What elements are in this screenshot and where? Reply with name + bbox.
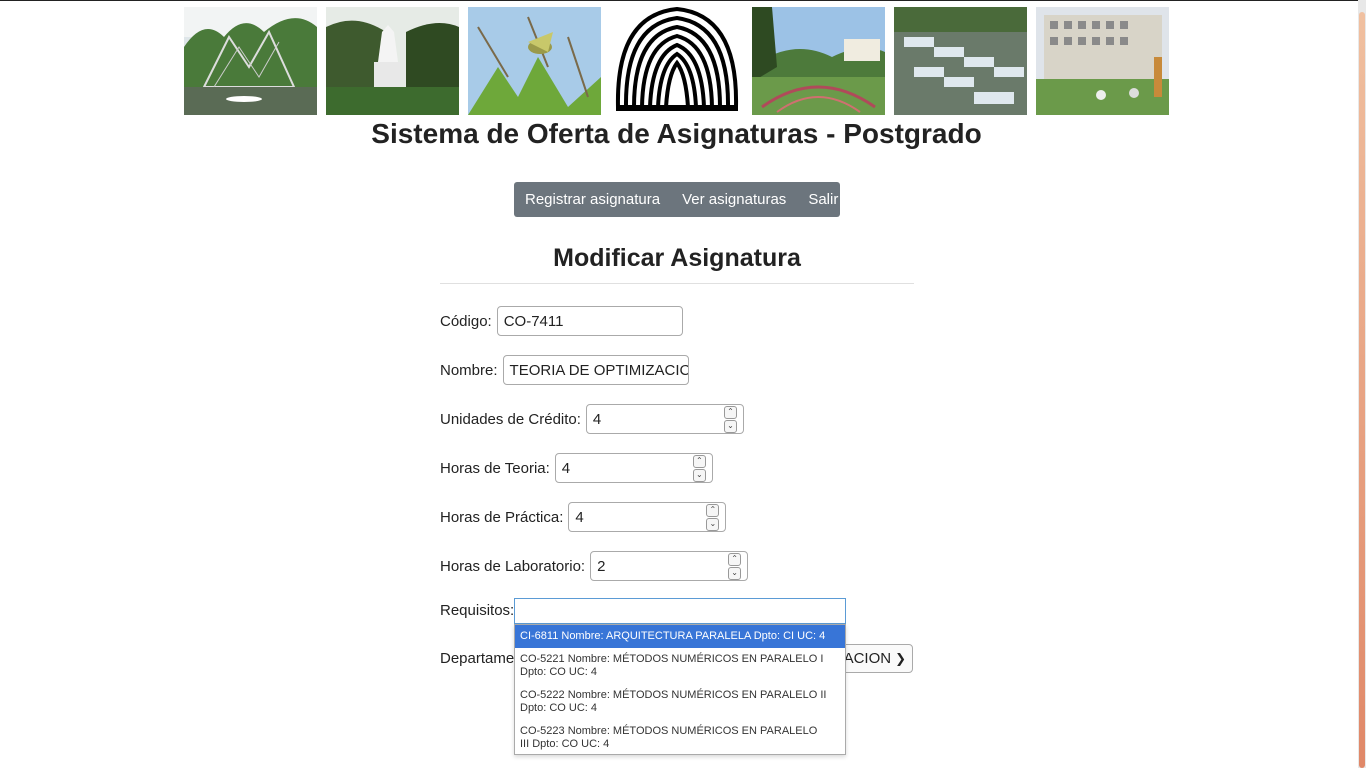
creditos-row: Unidades de Crédito: 4 ⌃ ⌄ — [440, 404, 744, 434]
practica-spinner[interactable]: ⌃ ⌄ — [706, 503, 720, 531]
requisito-option-text: Dpto: CO UC: 4 — [520, 666, 598, 678]
laboratorio-spinner[interactable]: ⌃ ⌄ — [728, 552, 742, 580]
practica-input[interactable]: 4 ⌃ ⌄ — [568, 502, 727, 532]
practica-value: 4 — [575, 508, 584, 526]
gardens-photo — [752, 7, 885, 115]
creditos-label: Unidades de Crédito: — [440, 410, 581, 428]
nombre-row: Nombre: TEORIA DE OPTIMIZACIC — [440, 355, 689, 385]
main-navbar: Registrar asignatura Ver asignaturas Sal… — [514, 182, 840, 217]
requisitos-row: Requisitos: — [440, 602, 519, 619]
header-banner — [184, 6, 1169, 115]
creditos-input[interactable]: 4 ⌃ ⌄ — [585, 404, 744, 434]
spin-up-icon[interactable]: ⌃ — [692, 454, 706, 468]
requisito-option[interactable]: CO-5223 Nombre: MÉTODOS NUMÉRICOS EN PAR… — [515, 720, 845, 754]
teoria-label: Horas de Teoria: — [440, 459, 550, 477]
nombre-input[interactable]: TEORIA DE OPTIMIZACIC — [502, 355, 689, 385]
scrollbar-thumb[interactable] — [1359, 12, 1365, 768]
university-logo — [612, 6, 742, 115]
window-top-border — [0, 0, 1366, 1]
laboratorio-value: 2 — [597, 557, 606, 575]
requisito-option[interactable]: CO-5222 Nombre: MÉTODOS NUMÉRICOS EN PAR… — [515, 684, 845, 720]
requisitos-dropdown: CI-6811 Nombre: ARQUITECTURA PARALELA Dp… — [514, 624, 846, 755]
nav-registrar-asignatura[interactable]: Registrar asignatura — [514, 191, 671, 208]
heading-divider — [440, 283, 914, 284]
spin-up-icon[interactable]: ⌃ — [728, 552, 742, 566]
teoria-spinner[interactable]: ⌃ ⌄ — [692, 454, 706, 482]
page-scrollbar[interactable] — [1358, 0, 1366, 768]
requisito-option[interactable]: CO-5221 Nombre: MÉTODOS NUMÉRICOS EN PAR… — [515, 648, 845, 684]
codigo-input[interactable]: CO-7411 — [496, 306, 683, 336]
library-building-photo — [1036, 7, 1169, 115]
laboratorio-input[interactable]: 2 ⌃ ⌄ — [590, 551, 749, 581]
departamento-value: ACION — [843, 650, 892, 667]
fountain-photo — [894, 7, 1027, 115]
departamento-label: Departamen — [440, 650, 523, 667]
practica-label: Horas de Práctica: — [440, 508, 564, 526]
statue-photo — [326, 7, 459, 115]
spin-up-icon[interactable]: ⌃ — [706, 503, 720, 517]
site-title: Sistema de Oferta de Asignaturas - Postg… — [371, 118, 982, 149]
requisitos-search-input[interactable] — [514, 598, 846, 624]
requisito-option[interactable]: CI-6811 Nombre: ARQUITECTURA PARALELA Dp… — [515, 625, 845, 648]
spin-down-icon[interactable]: ⌄ — [706, 517, 720, 531]
practica-row: Horas de Práctica: 4 ⌃ ⌄ — [440, 502, 727, 532]
requisito-option-text: III Dpto: CO UC: 4 — [520, 738, 610, 750]
sculpture-garden-photo — [184, 7, 317, 115]
teoria-value: 4 — [561, 459, 571, 477]
chevron-down-icon: ❯ — [895, 650, 906, 666]
nav-ver-asignaturas[interactable]: Ver asignaturas — [671, 191, 797, 208]
codigo-row: Código: CO-7411 — [440, 306, 683, 336]
requisito-option-text: Dpto: CO UC: 4 — [520, 702, 598, 714]
nav-salir[interactable]: Salir — [797, 191, 849, 208]
laboratorio-label: Horas de Laboratorio: — [440, 557, 586, 575]
creditos-spinner[interactable]: ⌃ ⌄ — [723, 405, 737, 433]
requisitos-label: Requisitos: — [440, 602, 515, 619]
form-heading: Modificar Asignatura — [553, 244, 801, 272]
creditos-value: 4 — [592, 410, 602, 428]
bird-photo — [468, 7, 601, 115]
teoria-row: Horas de Teoria: 4 ⌃ ⌄ — [440, 453, 713, 483]
codigo-label: Código: — [440, 312, 492, 330]
nombre-label: Nombre: — [440, 361, 498, 379]
spin-up-icon[interactable]: ⌃ — [723, 405, 737, 419]
requisito-option-text: CO-5222 Nombre: MÉTODOS NUMÉRICOS EN PAR… — [520, 689, 827, 701]
teoria-input[interactable]: 4 ⌃ ⌄ — [554, 453, 713, 483]
laboratorio-row: Horas de Laboratorio: 2 ⌃ ⌄ — [440, 551, 749, 581]
requisito-option-text: CO-5223 Nombre: MÉTODOS NUMÉRICOS EN PAR… — [520, 725, 818, 737]
departamento-select[interactable]: ACION ❯ — [836, 644, 913, 673]
requisito-option-text: CI-6811 Nombre: ARQUITECTURA PARALELA Dp… — [520, 630, 826, 642]
spin-down-icon[interactable]: ⌄ — [692, 468, 706, 482]
spin-down-icon[interactable]: ⌄ — [728, 566, 742, 580]
spin-down-icon[interactable]: ⌄ — [723, 419, 737, 433]
requisito-option-text: CO-5221 Nombre: MÉTODOS NUMÉRICOS EN PAR… — [520, 653, 824, 665]
